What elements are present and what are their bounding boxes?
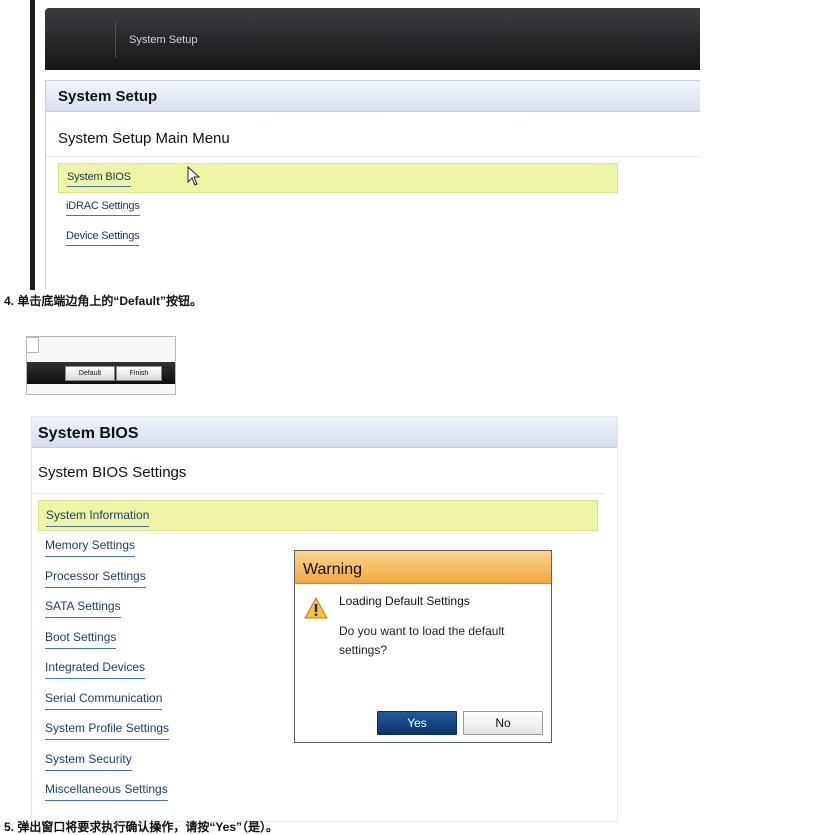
button-bar-screenshot: Default Finish: [26, 336, 176, 395]
warning-triangle-icon: [304, 596, 328, 619]
menu-item-label[interactable]: System Profile Settings: [45, 721, 170, 740]
no-button[interactable]: No: [463, 711, 543, 735]
menu-item-label[interactable]: iDRAC Settings: [66, 200, 140, 216]
menu-item-label[interactable]: System BIOS: [67, 171, 131, 187]
topbar-divider: [115, 22, 116, 58]
page-title: System BIOS: [32, 417, 617, 448]
warning-dialog: Warning Loading Default Settings Do you …: [294, 550, 552, 743]
page-subtitle: System Setup Main Menu: [46, 112, 700, 157]
step-4-instruction: 4. 单击底端边角上的“Default”按钮。: [4, 294, 203, 308]
menu-item-label[interactable]: System Information: [46, 508, 150, 527]
main-menu: System BIOS iDRAC Settings Device Settin…: [58, 163, 618, 253]
page-subtitle: System BIOS Settings: [32, 448, 604, 494]
menu-item-label[interactable]: Serial Communication: [45, 691, 163, 710]
default-button[interactable]: Default: [65, 366, 115, 381]
step-5-instruction: 5. 弹出窗口将要求执行确认操作，请按“Yes”（是）。: [4, 820, 279, 834]
dialog-heading: Loading Default Settings: [339, 594, 470, 608]
system-setup-screenshot: System Setup System Setup System Setup M…: [30, 0, 700, 290]
panel-corner: [27, 337, 39, 353]
menu-item-idrac-settings[interactable]: iDRAC Settings: [58, 193, 618, 223]
menu-item-label[interactable]: Processor Settings: [45, 569, 146, 588]
menu-item-miscellaneous-settings[interactable]: Miscellaneous Settings: [38, 775, 598, 806]
menu-item-label[interactable]: Miscellaneous Settings: [45, 782, 168, 801]
page-title: System Setup: [46, 81, 700, 112]
menu-item-device-settings[interactable]: Device Settings: [58, 223, 618, 253]
topbar-title: System Setup: [129, 34, 198, 46]
menu-item-label[interactable]: System Security: [45, 752, 132, 771]
menu-item-label[interactable]: Memory Settings: [45, 538, 136, 557]
finish-button[interactable]: Finish: [116, 366, 162, 381]
bottom-button-bar: Default Finish: [27, 362, 175, 384]
dialog-message: Do you want to load the default settings…: [339, 624, 505, 657]
menu-item-label[interactable]: Device Settings: [66, 230, 140, 246]
menu-item-label[interactable]: Integrated Devices: [45, 660, 146, 679]
yes-button[interactable]: Yes: [377, 711, 457, 735]
mouse-cursor-icon: [187, 166, 201, 186]
menu-item-system-security[interactable]: System Security: [38, 745, 598, 776]
menu-item-system-information[interactable]: System Information: [38, 500, 598, 531]
dialog-title: Warning: [295, 551, 551, 584]
system-bios-screenshot: System BIOS System BIOS Settings System …: [31, 416, 618, 822]
menu-item-label[interactable]: SATA Settings: [45, 599, 121, 618]
menu-item-system-bios[interactable]: System BIOS: [58, 163, 618, 193]
setup-panel: System Setup System Setup Main Menu Syst…: [45, 80, 700, 290]
menu-item-label[interactable]: Boot Settings: [45, 630, 117, 649]
top-bar: System Setup: [45, 8, 700, 70]
